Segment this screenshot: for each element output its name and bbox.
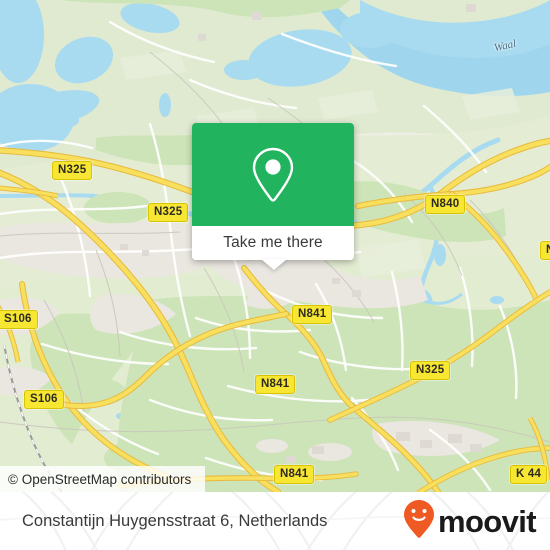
road-shield-n325-2: N325: [148, 203, 189, 222]
footer-bar: Constantijn Huygensstraat 6, Netherlands…: [0, 492, 550, 550]
road-shield-s106-1: S106: [0, 310, 38, 329]
road-shield-s106-2: S106: [24, 390, 64, 409]
road-shield-partial-right: N: [540, 241, 550, 260]
map-canvas[interactable]: Waal N325 N325 S106 S106 N840 N325 N841 …: [0, 0, 550, 492]
take-me-there-label: Take me there: [223, 234, 323, 251]
road-shield-k44: K 44: [510, 465, 548, 484]
attribution-text: © OpenStreetMap contributors: [8, 471, 192, 487]
road-shield-n325-1: N325: [52, 161, 93, 180]
map-pin-icon: [250, 146, 296, 204]
location-address-text: Constantijn Huygensstraat 6, Netherlands: [22, 511, 328, 530]
moovit-logo[interactable]: moovit: [403, 499, 537, 544]
location-popup-card[interactable]: Take me there: [192, 123, 354, 270]
map-attribution: © OpenStreetMap contributors: [0, 466, 205, 492]
moovit-wordmark: moovit: [437, 503, 537, 539]
road-shield-n841-2: N841: [255, 375, 296, 394]
road-shield-n841-3: N841: [274, 465, 315, 484]
popup-header: [192, 123, 354, 226]
popup-footer[interactable]: Take me there: [192, 226, 354, 260]
popup-pointer-tail: [261, 259, 287, 270]
road-shield-n841-1: N841: [292, 305, 333, 324]
moovit-map-screenshot: Waal N325 N325 S106 S106 N840 N325 N841 …: [0, 0, 550, 550]
road-shield-n840: N840: [425, 195, 466, 214]
moovit-smiley-pin-icon: [403, 499, 435, 544]
road-shield-n325-3: N325: [410, 361, 451, 380]
